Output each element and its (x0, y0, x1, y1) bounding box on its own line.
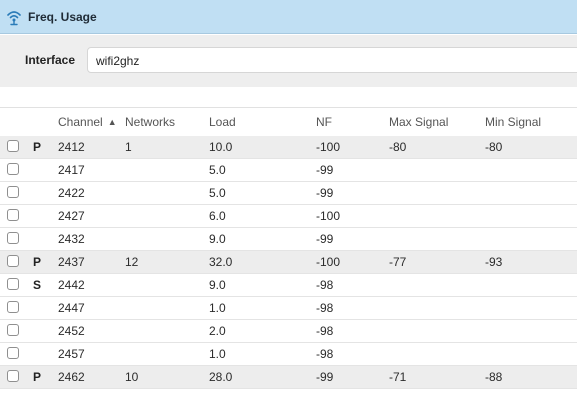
cell-networks: 1 (125, 140, 132, 154)
wifi-icon (6, 8, 22, 26)
window-titlebar: Freq. Usage (0, 0, 577, 34)
cell-channel: 2432 (58, 232, 85, 246)
row-checkbox-icon[interactable] (7, 278, 19, 290)
cell-load: 9.0 (209, 278, 226, 292)
cell-load: 6.0 (209, 209, 226, 223)
row-checkbox-icon[interactable] (7, 347, 19, 359)
column-header-load[interactable]: Load (209, 115, 236, 129)
cell-flag: P (33, 140, 42, 154)
interface-field[interactable]: wifi2ghz (87, 47, 577, 73)
cell-channel: 2427 (58, 209, 85, 223)
cell-channel: 2412 (58, 140, 85, 154)
cell-load: 10.0 (209, 140, 233, 154)
table-row[interactable]: 2452 2.0 -98 (0, 320, 577, 343)
table-row[interactable]: 2457 1.0 -98 (0, 343, 577, 366)
cell-load: 32.0 (209, 255, 233, 269)
table-row[interactable]: P 2437 12 32.0 -100 -77 -93 (0, 251, 577, 274)
cell-min-signal: -93 (485, 255, 503, 269)
window-title: Freq. Usage (28, 9, 97, 24)
cell-channel: 2417 (58, 163, 85, 177)
cell-max-signal: -77 (389, 255, 407, 269)
row-checkbox-icon[interactable] (7, 186, 19, 198)
column-header-channel[interactable]: Channel ▲ (58, 115, 117, 129)
table-row[interactable]: 2422 5.0 -99 (0, 182, 577, 205)
cell-load: 1.0 (209, 301, 226, 315)
column-header-networks[interactable]: Networks (125, 115, 175, 129)
toolbar-spacer (0, 87, 577, 108)
table-row[interactable]: 2417 5.0 -99 (0, 159, 577, 182)
cell-load: 28.0 (209, 370, 233, 384)
table-row[interactable]: P 2412 1 10.0 -100 -80 -80 (0, 136, 577, 159)
interface-value: wifi2ghz (96, 54, 140, 68)
cell-nf: -100 (316, 209, 341, 223)
cell-channel: 2462 (58, 370, 85, 384)
table-row[interactable]: P 2462 10 28.0 -99 -71 -88 (0, 366, 577, 389)
cell-max-signal: -71 (389, 370, 407, 384)
cell-load: 5.0 (209, 186, 226, 200)
cell-nf: -98 (316, 278, 334, 292)
table-row[interactable]: 2427 6.0 -100 (0, 205, 577, 228)
cell-networks: 12 (125, 255, 139, 269)
row-checkbox-icon[interactable] (7, 301, 19, 313)
row-checkbox-icon[interactable] (7, 209, 19, 221)
cell-nf: -98 (316, 347, 334, 361)
table-row[interactable]: 2432 9.0 -99 (0, 228, 577, 251)
interface-label: Interface (25, 53, 76, 67)
cell-nf: -99 (316, 186, 334, 200)
sort-ascending-icon: ▲ (107, 117, 117, 127)
table-row[interactable]: 2447 1.0 -98 (0, 297, 577, 320)
row-checkbox-icon[interactable] (7, 370, 19, 382)
cell-channel: 2422 (58, 186, 85, 200)
cell-nf: -98 (316, 301, 334, 315)
cell-load: 2.0 (209, 324, 226, 338)
row-checkbox-icon[interactable] (7, 232, 19, 244)
column-header-min-signal[interactable]: Min Signal (485, 115, 541, 129)
row-checkbox-icon[interactable] (7, 324, 19, 336)
column-header-max-signal[interactable]: Max Signal (389, 115, 448, 129)
cell-min-signal: -80 (485, 140, 503, 154)
cell-nf: -100 (316, 140, 341, 154)
interface-form: Interface wifi2ghz (0, 35, 577, 87)
cell-nf: -99 (316, 232, 334, 246)
cell-channel: 2447 (58, 301, 85, 315)
cell-min-signal: -88 (485, 370, 503, 384)
row-checkbox-icon[interactable] (7, 163, 19, 175)
cell-nf: -100 (316, 255, 341, 269)
cell-load: 9.0 (209, 232, 226, 246)
cell-networks: 10 (125, 370, 139, 384)
cell-channel: 2442 (58, 278, 85, 292)
cell-nf: -99 (316, 163, 334, 177)
cell-channel: 2437 (58, 255, 85, 269)
cell-load: 5.0 (209, 163, 226, 177)
column-header-nf[interactable]: NF (316, 115, 332, 129)
cell-max-signal: -80 (389, 140, 407, 154)
cell-nf: -98 (316, 324, 334, 338)
table-row[interactable]: S 2442 9.0 -98 (0, 274, 577, 297)
table-header: Channel ▲ Networks Load NF Max Signal Min… (0, 108, 577, 136)
cell-channel: 2457 (58, 347, 85, 361)
cell-load: 1.0 (209, 347, 226, 361)
cell-nf: -99 (316, 370, 334, 384)
row-checkbox-icon[interactable] (7, 140, 19, 152)
cell-flag: P (33, 370, 42, 384)
cell-channel: 2452 (58, 324, 85, 338)
row-checkbox-icon[interactable] (7, 255, 19, 267)
cell-flag: P (33, 255, 42, 269)
cell-flag: S (33, 278, 42, 292)
